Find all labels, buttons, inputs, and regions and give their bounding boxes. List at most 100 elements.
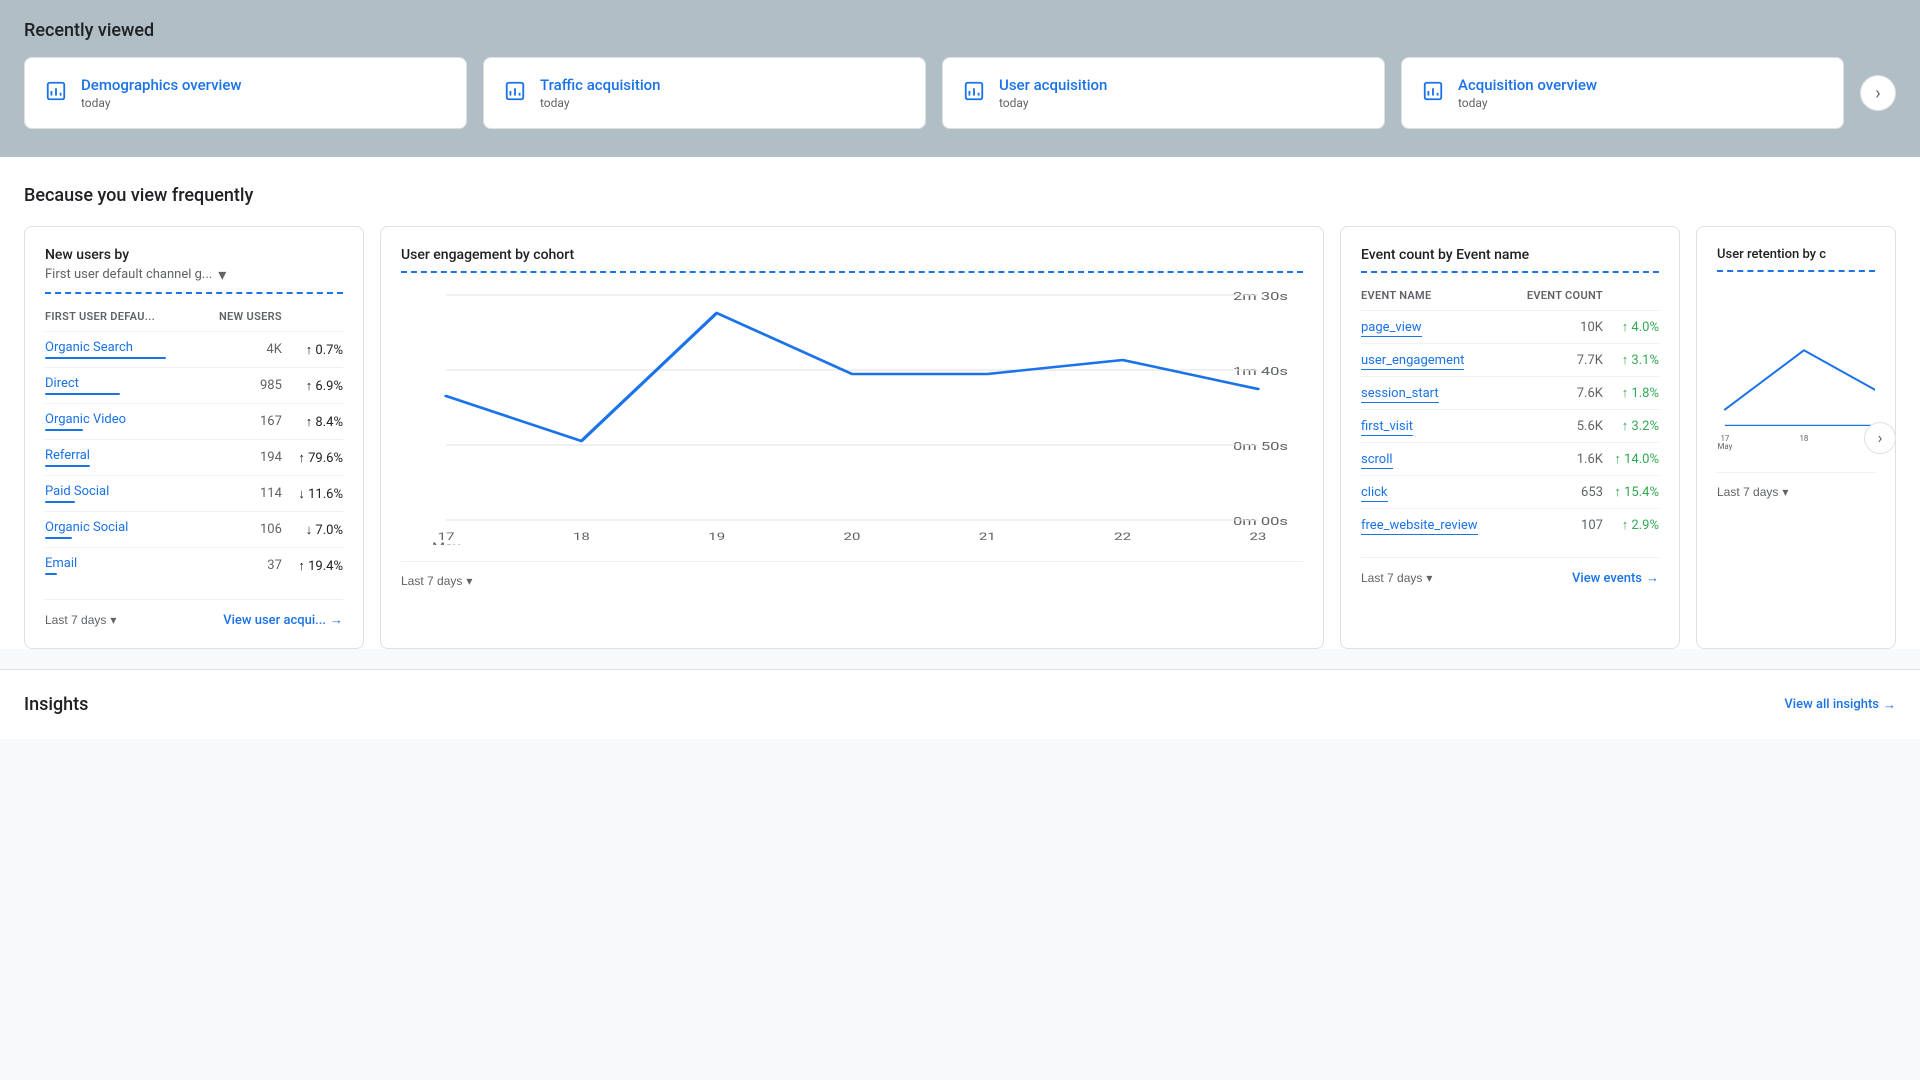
channel-name[interactable]: Referral [45,448,90,463]
retention-next-button[interactable]: › [1864,422,1896,454]
retention-widget-title: User retention by c [1717,247,1875,272]
channel-name[interactable]: Email [45,556,77,571]
trend-cell: ↑ 15.4% [1603,476,1659,509]
svg-text:0m 00s: 0m 00s [1233,516,1288,529]
channel-name[interactable]: Direct [45,376,79,391]
event-name[interactable]: first_visit [1361,419,1413,436]
retention-chart: 17 May 18 [1717,284,1875,464]
cohort-line-chart: 2m 30s 1m 40s 0m 50s 0m 00s 17 May [401,285,1303,545]
events-footer: Last 7 days ▾ View events → [1361,557,1659,586]
insights-header: Insights View all insights → [24,694,1896,715]
event-count-widget: Event count by Event name EVENT NAME EVE… [1340,226,1680,649]
cohort-time-range[interactable]: Last 7 days ▾ [401,574,472,588]
svg-text:May: May [1717,442,1732,451]
event-name[interactable]: click [1361,485,1388,502]
trend-cell: ↑ 8.4% [282,404,343,440]
new-users-widget: New users by First user default channel … [24,226,364,649]
cohort-footer: Last 7 days ▾ [401,561,1303,588]
view-user-acqui-link[interactable]: View user acqui... → [223,612,343,628]
recent-card-traffic-acquisition[interactable]: Traffic acquisition today [483,57,926,129]
svg-text:1m 40s: 1m 40s [1233,366,1288,379]
new-users-table: FIRST USER DEFAU... NEW USERS Organic Se… [45,306,343,583]
trend-cell: ↑ 1.8% [1603,377,1659,410]
frequently-title: Because you view frequently [24,185,1896,206]
trend-cell: ↑ 0.7% [282,332,343,368]
card-chart-icon [504,80,526,107]
svg-text:19: 19 [708,531,725,543]
table-row: session_start 7.6K ↑ 1.8% [1361,377,1659,410]
event-count-widget-title: Event count by Event name [1361,247,1659,273]
table-row: first_visit 5.6K ↑ 3.2% [1361,410,1659,443]
svg-text:21: 21 [979,531,996,543]
svg-text:18: 18 [573,531,590,543]
events-time-range[interactable]: Last 7 days ▾ [1361,571,1432,585]
arrow-right-icon: → [330,612,343,628]
col2-header: NEW USERS [196,306,282,332]
event-col1-header: EVENT NAME [1361,285,1507,311]
card-title: Demographics overview [81,76,242,94]
table-row: free_website_review 107 ↑ 2.9% [1361,509,1659,542]
new-users-widget-subtitle: First user default channel g... ▾ [45,265,343,294]
channel-name[interactable]: Organic Search [45,340,133,355]
table-row: Organic Search 4K ↑ 0.7% [45,332,343,368]
svg-text:23: 23 [1249,531,1266,543]
trend-cell: ↑ 2.9% [1603,509,1659,542]
carousel-next-button[interactable]: › [1860,75,1896,111]
new-users-footer: Last 7 days ▾ View user acqui... → [45,599,343,628]
card-title: Acquisition overview [1458,76,1597,94]
table-row: scroll 1.6K ↑ 14.0% [1361,443,1659,476]
table-row: Direct 985 ↑ 6.9% [45,368,343,404]
recent-card-user-acquisition[interactable]: User acquisition today [942,57,1385,129]
svg-text:20: 20 [844,531,861,543]
new-users-time-range[interactable]: Last 7 days ▾ [45,613,116,627]
table-row: Referral 194 ↑ 79.6% [45,440,343,476]
table-row: user_engagement 7.7K ↑ 3.1% [1361,344,1659,377]
retention-time-range[interactable]: Last 7 days ▾ [1717,485,1788,499]
event-name[interactable]: free_website_review [1361,518,1478,535]
card-subtitle: today [999,96,1107,110]
table-row: Organic Video 167 ↑ 8.4% [45,404,343,440]
channel-bar [45,357,166,359]
event-name[interactable]: user_engagement [1361,353,1464,370]
card-chart-icon [1422,80,1444,107]
event-name[interactable]: page_view [1361,320,1422,337]
trend-cell: ↑ 4.0% [1603,311,1659,344]
event-name[interactable]: scroll [1361,452,1393,469]
channel-name[interactable]: Organic Video [45,412,126,427]
card-subtitle: today [540,96,661,110]
subtitle-dropdown-icon[interactable]: ▾ [218,265,226,284]
channel-name[interactable]: Organic Social [45,520,128,535]
card-chart-icon [963,80,985,107]
channel-name[interactable]: Paid Social [45,484,109,499]
channel-bar [45,501,75,503]
event-name[interactable]: session_start [1361,386,1439,403]
svg-text:May: May [432,541,460,545]
card-subtitle: today [1458,96,1597,110]
view-events-link[interactable]: View events → [1572,570,1659,586]
trend-cell: ↑ 3.1% [1603,344,1659,377]
recently-viewed-title: Recently viewed [24,20,1896,41]
recent-card-demographics-overview[interactable]: Demographics overview today [24,57,467,129]
trend-cell: ↑ 19.4% [282,548,343,584]
trend-cell: ↓ 7.0% [282,512,343,548]
table-row: Organic Social 106 ↓ 7.0% [45,512,343,548]
recently-viewed-section: Recently viewed Demographics overview to… [0,0,1920,157]
recent-card-acquisition-overview[interactable]: Acquisition overview today [1401,57,1844,129]
dropdown-chevron-events: ▾ [1426,571,1432,585]
trend-cell: ↓ 11.6% [282,476,343,512]
recently-viewed-cards-row: Demographics overview today Traffic acqu… [24,57,1896,129]
table-row: Email 37 ↑ 19.4% [45,548,343,584]
insights-section: Insights View all insights → [0,669,1920,739]
arrow-right-icon-events: → [1646,570,1659,586]
widgets-row: New users by First user default channel … [24,226,1896,649]
table-row: page_view 10K ↑ 4.0% [1361,311,1659,344]
trend-cell: ↑ 3.2% [1603,410,1659,443]
svg-text:22: 22 [1114,531,1131,543]
card-subtitle: today [81,96,242,110]
channel-bar [45,537,72,539]
svg-text:18: 18 [1799,434,1808,443]
retention-widget: User retention by c 17 May 18 Last 7 day… [1696,226,1896,649]
cohort-chart: 2m 30s 1m 40s 0m 50s 0m 00s 17 May [401,285,1303,545]
card-chart-icon [45,80,67,107]
view-all-insights-link[interactable]: View all insights → [1784,697,1896,713]
